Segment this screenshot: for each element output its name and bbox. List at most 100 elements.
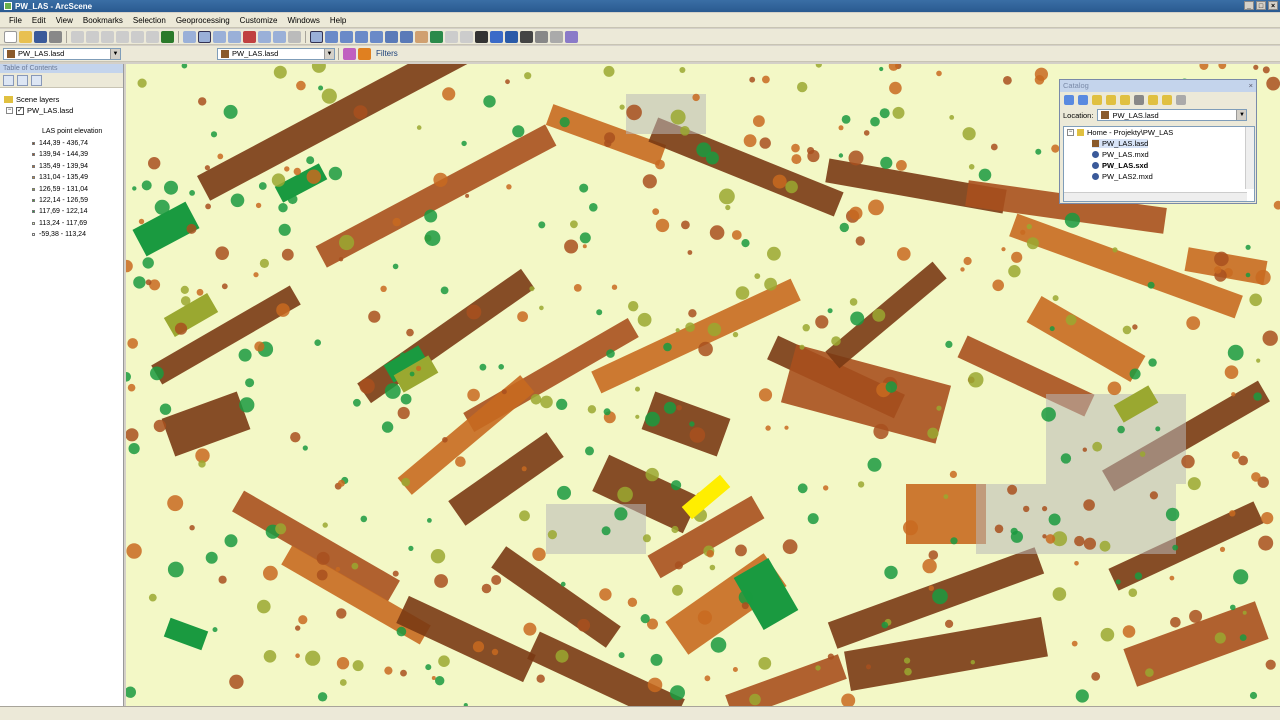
zoom-to-target-icon[interactable] — [355, 30, 368, 43]
target-center-icon[interactable] — [340, 30, 353, 43]
expand-fov-icon[interactable] — [460, 30, 473, 43]
toolbar-separator — [178, 30, 179, 43]
scene-properties-icon[interactable] — [183, 30, 196, 43]
tree-points — [380, 285, 387, 292]
catalog-vertical-scrollbar[interactable] — [1245, 127, 1254, 189]
connect-folder-icon[interactable] — [1120, 95, 1130, 105]
minimize-button[interactable]: _ — [1244, 1, 1254, 10]
filters-dropdown[interactable]: Filters — [372, 49, 402, 58]
building-block — [906, 484, 986, 544]
select-features-icon[interactable] — [475, 30, 488, 43]
back-arrow-icon[interactable] — [1064, 95, 1074, 105]
menu-file[interactable]: File — [4, 16, 27, 25]
redo-icon[interactable] — [146, 30, 159, 43]
undo-icon[interactable] — [131, 30, 144, 43]
navigate-icon[interactable] — [198, 30, 211, 43]
tree-points — [872, 308, 886, 322]
up-folder-icon[interactable] — [1092, 95, 1102, 105]
chevron-down-icon[interactable]: ▼ — [110, 48, 120, 59]
print-icon[interactable] — [49, 30, 62, 43]
measure-icon[interactable] — [535, 30, 548, 43]
tree-points — [198, 97, 207, 106]
catalog-item-mxd[interactable]: PW_LAS.mxd — [1092, 150, 1149, 159]
full-extent-icon[interactable] — [430, 30, 443, 43]
las-surface-icon[interactable] — [358, 47, 371, 60]
chevron-down-icon[interactable]: ▼ — [1236, 110, 1247, 120]
tree-points — [848, 150, 864, 166]
home-folder-icon[interactable] — [1106, 95, 1116, 105]
globe-view-icon[interactable] — [565, 30, 578, 43]
collapse-icon[interactable]: − — [6, 107, 13, 114]
set-observer-icon[interactable] — [370, 30, 383, 43]
narrow-fov-icon[interactable] — [445, 30, 458, 43]
menu-edit[interactable]: Edit — [27, 16, 51, 25]
tree-points — [205, 203, 211, 210]
catalog-folder-item[interactable]: − Home - Projekty\PW_LAS — [1067, 128, 1173, 137]
scene-layers-root[interactable]: Scene layers — [4, 95, 59, 104]
zoom-out-icon[interactable] — [400, 30, 413, 43]
catalog-item-mxd2[interactable]: PW_LAS2.mxd — [1092, 172, 1153, 181]
animation-icon[interactable] — [550, 30, 563, 43]
las-layer-entry[interactable]: − ✓ PW_LAS.lasd — [6, 106, 73, 115]
delete-icon[interactable] — [116, 30, 129, 43]
options-icon[interactable] — [31, 74, 42, 86]
layer-visibility-checkbox[interactable]: ✓ — [16, 106, 24, 115]
views-icon[interactable] — [1134, 95, 1144, 105]
layer-select-combo[interactable]: PW_LAS.lasd ▼ — [3, 47, 121, 60]
catalog-window-icon[interactable] — [228, 30, 241, 43]
new-document-icon[interactable] — [4, 30, 17, 43]
maximize-button[interactable]: □ — [1256, 1, 1266, 10]
python-window-icon[interactable] — [258, 30, 271, 43]
close-button[interactable]: × — [1268, 1, 1278, 10]
forward-arrow-icon[interactable] — [1078, 95, 1088, 105]
options-icon[interactable] — [1176, 95, 1186, 105]
chevron-down-icon[interactable]: ▼ — [324, 48, 334, 59]
tree-points — [305, 650, 321, 666]
las-dataset-combo[interactable]: PW_LAS.lasd ▼ — [217, 47, 335, 60]
close-icon[interactable]: × — [1249, 80, 1253, 92]
location-combo[interactable]: PW_LAS.lasd ▼ — [1097, 109, 1248, 121]
navigate-tool-icon[interactable] — [310, 30, 323, 43]
menu-help[interactable]: Help — [325, 16, 351, 25]
pan-hand-icon[interactable] — [415, 30, 428, 43]
tree-points — [815, 665, 821, 671]
paste-icon[interactable] — [101, 30, 114, 43]
arctoolbox-icon[interactable] — [273, 30, 286, 43]
tree-points — [145, 279, 152, 286]
fly-tool-icon[interactable] — [325, 30, 338, 43]
collapse-icon[interactable]: − — [1067, 129, 1074, 136]
add-data-icon[interactable] — [161, 30, 174, 43]
standard-toolbar — [0, 29, 1280, 45]
menu-view[interactable]: View — [51, 16, 78, 25]
catalog-item-sxd[interactable]: PW_LAS.sxd — [1092, 161, 1148, 170]
open-folder-icon[interactable] — [19, 30, 32, 43]
save-icon[interactable] — [34, 30, 47, 43]
zoom-in-icon[interactable] — [385, 30, 398, 43]
search-folder-icon[interactable] — [1162, 95, 1172, 105]
catalog-item-lasd[interactable]: PW_LAS.lasd — [1092, 139, 1149, 148]
las-symbology-icon[interactable] — [343, 47, 356, 60]
identify-icon[interactable] — [490, 30, 503, 43]
tree-points — [529, 286, 535, 292]
cut-icon[interactable] — [71, 30, 84, 43]
find-binoculars-icon[interactable] — [520, 30, 533, 43]
tree-points — [650, 653, 663, 666]
info-icon[interactable] — [505, 30, 518, 43]
menu-customize[interactable]: Customize — [235, 16, 283, 25]
toc-window-icon[interactable] — [213, 30, 226, 43]
tree-points — [675, 328, 680, 333]
tree-points — [709, 225, 725, 240]
tree-points — [295, 625, 301, 631]
model-builder-icon[interactable] — [288, 30, 301, 43]
menu-geoprocessing[interactable]: Geoprocessing — [171, 16, 235, 25]
menu-selection[interactable]: Selection — [128, 16, 171, 25]
search-window-icon[interactable] — [243, 30, 256, 43]
copy-icon[interactable] — [86, 30, 99, 43]
list-by-source-icon[interactable] — [17, 74, 28, 86]
tree-points — [1112, 247, 1118, 253]
catalog-horizontal-scrollbar[interactable] — [1064, 192, 1247, 201]
list-by-drawing-order-icon[interactable] — [3, 74, 14, 86]
toggle-tree-icon[interactable] — [1148, 95, 1158, 105]
menu-bookmarks[interactable]: Bookmarks — [78, 16, 128, 25]
menu-windows[interactable]: Windows — [282, 16, 324, 25]
